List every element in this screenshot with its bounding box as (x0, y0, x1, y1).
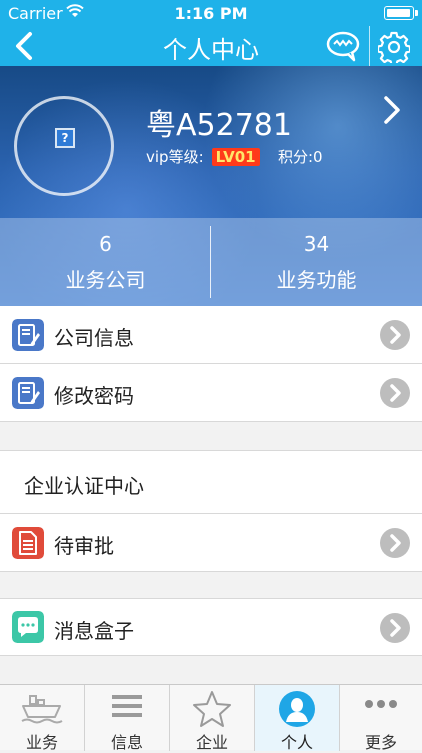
chevron-circle-icon (380, 528, 410, 558)
menu-item-label: 消息盒子 (54, 619, 134, 643)
chevron-circle-icon (380, 378, 410, 408)
chevron-right-icon[interactable] (376, 94, 406, 126)
tab-business[interactable]: 业务 (0, 685, 84, 752)
gear-icon[interactable] (378, 31, 410, 63)
tab-more[interactable]: 更多 (340, 685, 422, 752)
chevron-circle-icon (380, 320, 410, 350)
license-plate: 粤A52781 (146, 108, 292, 143)
tab-personal[interactable]: 个人 (255, 685, 339, 752)
tab-label: 个人 (280, 733, 313, 752)
more-icon (365, 700, 397, 708)
menu-item-pending-approval[interactable]: 待审批 (0, 514, 422, 572)
tab-info[interactable]: 信息 (85, 685, 169, 752)
ship-icon (21, 695, 63, 724)
nav-divider (369, 26, 370, 66)
menu-item-change-password[interactable]: 修改密码 (0, 364, 422, 422)
tab-label: 企业 (195, 733, 228, 752)
clock: 1:16 PM (174, 4, 248, 23)
menu-item-label: 修改密码 (54, 384, 134, 408)
menu-item-label: 公司信息 (54, 326, 134, 350)
stat-label: 业务公司 (65, 268, 146, 292)
chevron-circle-icon (380, 613, 410, 643)
stat-value: 34 (303, 232, 330, 256)
tab-label: 信息 (110, 733, 143, 752)
menu-item-message-box[interactable]: 消息盒子 (0, 598, 422, 656)
menu-item-label: 待审批 (54, 534, 114, 558)
battery-fill (387, 9, 410, 17)
edit-document-icon (12, 377, 44, 409)
edit-document-icon (12, 319, 44, 351)
document-icon (12, 527, 44, 559)
avatar-placeholder-icon: ? (55, 128, 75, 148)
tab-label: 业务 (25, 733, 58, 752)
tab-enterprise[interactable]: 企业 (170, 685, 254, 752)
status-bar: Carrier 1:16 PM (0, 0, 422, 26)
stat-functions[interactable]: 34 业务功能 (211, 218, 422, 306)
stat-label: 业务功能 (276, 268, 357, 292)
section-enterprise-cert: 企业认证中心 (0, 450, 422, 514)
points-label: 积分:0 (278, 148, 323, 166)
vip-label: vip等级: (146, 148, 204, 166)
battery-icon (384, 6, 418, 20)
list-icon (112, 695, 142, 717)
section-title: 企业认证中心 (24, 474, 144, 498)
message-bubble-icon (12, 611, 44, 643)
vip-level-badge: LV01 (211, 148, 260, 166)
menu-item-company-info[interactable]: 公司信息 (0, 306, 422, 364)
stat-companies[interactable]: 6 业务公司 (0, 218, 211, 306)
stats-bar: 6 业务公司 34 业务功能 (0, 218, 422, 306)
tab-bar: 业务 信息 企业 个人 更多 (0, 684, 422, 752)
star-icon (193, 691, 231, 727)
chat-bubble-icon[interactable] (324, 30, 362, 62)
vip-row: vip等级: LV01 (146, 146, 260, 167)
person-icon (279, 691, 315, 727)
tab-label: 更多 (364, 733, 397, 752)
stat-value: 6 (99, 232, 112, 256)
profile-header[interactable]: ? 粤A52781 vip等级: LV01 积分:0 6 业务公司 34 业务功能 (0, 66, 422, 306)
nav-bar: 个人中心 (0, 26, 422, 66)
